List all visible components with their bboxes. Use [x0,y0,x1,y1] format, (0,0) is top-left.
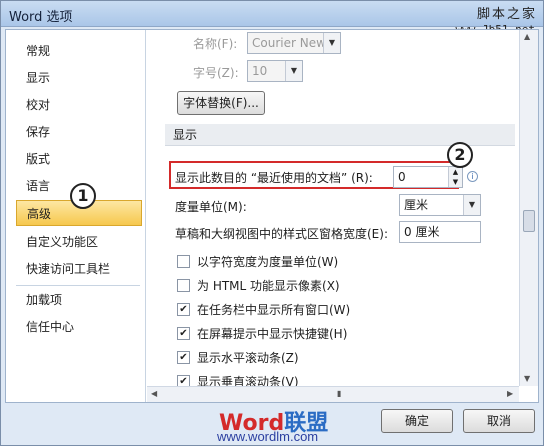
checkbox-hscroll[interactable]: ✔ [177,351,190,364]
nav-item-trust-center[interactable]: 信任中心 [16,314,142,340]
font-name-label: 名称(F): [193,37,238,51]
checkbox-vscroll[interactable]: ✔ [177,375,190,386]
scroll-thumb-grip[interactable]: ▮ [337,389,341,398]
horizontal-scrollbar[interactable]: ◀ ▮ ▶ [147,386,519,402]
checkbox-label: 显示水平滚动条(Z) [197,351,299,365]
nav-item-display[interactable]: 显示 [16,65,142,91]
recent-docs-spinner[interactable]: 0 ▲ ▼ [393,166,463,188]
category-nav: 常规 显示 校对 保存 版式 语言 高级 自定义功能区 快速访问工具栏 加载项 … [6,30,146,402]
annotation-badge-2: 2 [447,142,473,168]
nav-item-customize-ribbon[interactable]: 自定义功能区 [16,229,142,255]
nav-item-proofing[interactable]: 校对 [16,92,142,118]
settings-pane: 名称(F): Courier New ▼ 字号(Z): 10 ▼ 字体替换(F)… [147,30,519,386]
checkbox-char-width[interactable] [177,255,190,268]
recent-docs-value: 0 [398,170,406,184]
scroll-down-icon[interactable]: ▼ [524,374,530,383]
font-name-value: Courier New [252,36,326,50]
nav-item-layout[interactable]: 版式 [16,146,142,172]
window-title: Word 选项 [9,10,73,25]
scroll-right-icon[interactable]: ▶ [507,389,513,398]
annotation-badge-1: 1 [70,183,96,209]
nav-divider [16,285,140,286]
nav-item-addins[interactable]: 加载项 [16,287,142,313]
word-options-dialog: Word 选项 脚本之家 www.Jb51.net 常规 显示 校对 保存 版式… [0,0,544,446]
units-value: 厘米 [404,198,429,212]
ok-button[interactable]: 确定 [381,409,453,433]
brand-url: www.wordlm.com [217,429,319,444]
pane-width-input[interactable]: 0 厘米 [399,221,481,243]
checkbox-taskbar-windows[interactable]: ✔ [177,303,190,316]
dialog-content: 常规 显示 校对 保存 版式 语言 高级 自定义功能区 快速访问工具栏 加载项 … [5,29,539,403]
scroll-left-icon[interactable]: ◀ [151,389,157,398]
recent-docs-label: 显示此数目的 “最近使用的文档” (R): [175,171,373,185]
checkbox-label: 为 HTML 功能显示像素(X) [197,279,340,293]
spin-down-icon[interactable]: ▼ [448,177,462,187]
info-icon[interactable]: i [467,171,478,182]
pane-width-label: 草稿和大纲视图中的样式区窗格宽度(E): [175,227,388,241]
units-label: 度量单位(M): [175,200,247,214]
cancel-button[interactable]: 取消 [463,409,535,433]
nav-item-quick-access[interactable]: 快速访问工具栏 [16,256,142,282]
chevron-down-icon: ▼ [463,195,480,215]
font-substitute-button[interactable]: 字体替换(F)... [177,91,265,115]
pane-width-value: 0 厘米 [404,225,440,239]
nav-item-general[interactable]: 常规 [16,38,142,64]
chevron-down-icon: ▼ [285,61,302,81]
checkbox-screentip-shortcuts[interactable]: ✔ [177,327,190,340]
vertical-scrollbar[interactable]: ▲ ▼ [519,30,538,386]
scroll-thumb[interactable] [523,210,535,232]
spin-up-icon[interactable]: ▲ [448,167,462,177]
checkbox-label: 在屏幕提示中显示快捷键(H) [197,327,348,341]
scroll-up-icon[interactable]: ▲ [524,32,530,41]
chevron-down-icon: ▼ [323,33,340,53]
checkbox-html-pixels[interactable] [177,279,190,292]
checkbox-label: 在任务栏中显示所有窗口(W) [197,303,351,317]
units-select[interactable]: 厘米 ▼ [399,194,481,216]
checkbox-label: 以字符宽度为度量单位(W) [197,255,339,269]
watermark-site: 脚本之家 [476,7,537,22]
checkbox-label: 显示垂直滚动条(V) [197,375,299,386]
font-size-select[interactable]: 10 ▼ [247,60,303,82]
font-name-select[interactable]: Courier New ▼ [247,32,341,54]
nav-item-save[interactable]: 保存 [16,119,142,145]
font-size-label: 字号(Z): [193,66,239,80]
font-size-value: 10 [252,64,268,78]
